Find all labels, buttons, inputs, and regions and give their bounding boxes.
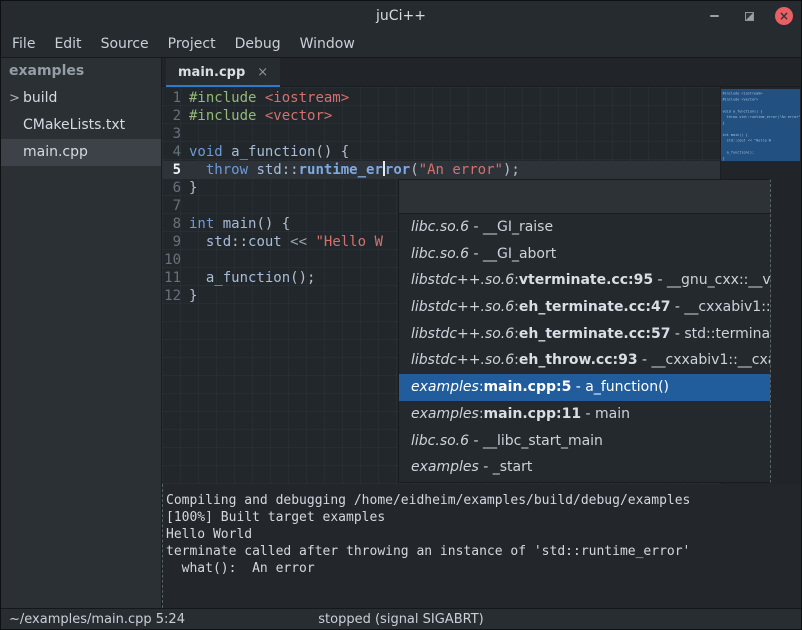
app-window: juCi++ × File Edit Source Project Debug Windo…	[0, 0, 802, 630]
chevron-right-icon: >	[9, 85, 20, 112]
sidebar-header: examples	[1, 58, 161, 85]
line-number: 10	[162, 251, 189, 269]
line-number: 11	[162, 269, 189, 287]
editor-column: main.cpp × 1#include <iostream>2#include…	[162, 58, 801, 608]
backtrace-item[interactable]: libstdc++.so.6:eh_terminate.cc:57 - std:…	[399, 321, 770, 348]
status-debug-state: stopped (signal SIGABRT)	[318, 609, 483, 630]
minimize-button[interactable]	[705, 7, 723, 25]
code-line[interactable]: 2#include <vector>	[162, 107, 720, 125]
terminal-line: [100%] Built target examples	[166, 509, 801, 526]
line-number: 2	[162, 107, 189, 125]
terminal-line: Compiling and debugging /home/eidheim/ex…	[166, 492, 801, 509]
code-editor[interactable]: 1#include <iostream>2#include <vector>34…	[162, 87, 801, 484]
statusbar: ~/examples/main.cpp 5:24 stopped (signal…	[1, 608, 801, 630]
tab-main-cpp[interactable]: main.cpp ×	[166, 58, 280, 87]
menubar: File Edit Source Project Debug Window	[1, 31, 801, 58]
main-area: examples >buildCMakeLists.txtmain.cpp ma…	[1, 58, 801, 608]
backtrace-item[interactable]: libc.so.6 - __GI_raise	[399, 214, 770, 241]
restore-icon	[745, 12, 754, 21]
line-number: 3	[162, 125, 189, 143]
code-text: std::cout << "Hello W	[189, 233, 383, 251]
line-number: 8	[162, 215, 189, 233]
minimize-icon	[710, 15, 719, 17]
line-number: 6	[162, 179, 189, 197]
status-location: ~/examples/main.cpp 5:24	[9, 609, 185, 630]
close-button[interactable]: ×	[775, 7, 793, 25]
backtrace-list: libc.so.6 - __GI_raiselibc.so.6 - __GI_a…	[399, 214, 770, 481]
code-line[interactable]: 5 throw std::runtime_error("An error");	[162, 161, 720, 179]
menu-item-debug[interactable]: Debug	[235, 36, 281, 52]
backtrace-item[interactable]: libc.so.6 - __libc_start_main	[399, 428, 770, 455]
backtrace-item[interactable]: examples:main.cpp:5 - a_function()	[399, 374, 770, 401]
backtrace-item[interactable]: libstdc++.so.6:vterminate.cc:95 - __gnu_…	[399, 267, 770, 294]
backtrace-item[interactable]: libstdc++.so.6:eh_throw.cc:93 - __cxxabi…	[399, 347, 770, 374]
backtrace-popup: libc.so.6 - __GI_raiselibc.so.6 - __GI_a…	[398, 179, 771, 483]
line-number: 5	[162, 161, 189, 179]
terminal-panel[interactable]: Compiling and debugging /home/eidheim/ex…	[162, 484, 801, 608]
menu-item-project[interactable]: Project	[168, 36, 216, 52]
close-icon: ×	[779, 10, 789, 22]
code-line[interactable]: 4void a_function() {	[162, 143, 720, 161]
tabbar: main.cpp ×	[162, 58, 801, 87]
code-text: int main() {	[189, 215, 290, 233]
menu-item-window[interactable]: Window	[300, 36, 355, 52]
backtrace-item[interactable]: libc.so.6 - __GI_abort	[399, 241, 770, 268]
sidebar-item-label: build	[23, 85, 57, 112]
code-text: #include <vector>	[189, 107, 332, 125]
menu-item-source[interactable]: Source	[101, 36, 149, 52]
menu-item-file[interactable]: File	[12, 36, 35, 52]
minimap-viewport[interactable]: #include <iostream> #include <vector> vo…	[721, 89, 800, 161]
code-text: throw std::runtime_error("An error");	[189, 161, 520, 179]
terminal-line: what(): An error	[166, 560, 801, 577]
line-number: 7	[162, 197, 189, 215]
code-text: a_function();	[189, 269, 315, 287]
code-line[interactable]: 1#include <iostream>	[162, 89, 720, 107]
popup-search-input[interactable]	[399, 180, 770, 214]
restore-button[interactable]	[740, 7, 758, 25]
sidebar-item-main-cpp[interactable]: main.cpp	[1, 139, 161, 166]
menu-item-edit[interactable]: Edit	[54, 36, 81, 52]
minimap-code-preview: #include <iostream> #include <vector> vo…	[722, 90, 744, 161]
window-controls: ×	[705, 1, 793, 31]
code-text: #include <iostream>	[189, 89, 349, 107]
terminal-line: Hello World	[166, 526, 801, 543]
sidebar-item-label: main.cpp	[23, 139, 88, 166]
close-icon[interactable]: ×	[257, 66, 268, 79]
code-text: }	[189, 179, 197, 197]
backtrace-item[interactable]: examples - _start	[399, 454, 770, 481]
window-title: juCi++	[1, 1, 801, 31]
line-number: 1	[162, 89, 189, 107]
terminal-line: terminate called after throwing an insta…	[166, 543, 801, 560]
titlebar[interactable]: juCi++ ×	[1, 1, 801, 31]
file-tree-sidebar: examples >buildCMakeLists.txtmain.cpp	[1, 58, 162, 608]
code-text: }	[189, 287, 197, 305]
code-line[interactable]: 3	[162, 125, 720, 143]
line-number: 4	[162, 143, 189, 161]
code-text: void a_function() {	[189, 143, 349, 161]
backtrace-item[interactable]: examples:main.cpp:11 - main	[399, 401, 770, 428]
sidebar-item-cmakelists-txt[interactable]: CMakeLists.txt	[1, 112, 161, 139]
line-number: 9	[162, 233, 189, 251]
backtrace-item[interactable]: libstdc++.so.6:eh_terminate.cc:47 - __cx…	[399, 294, 770, 321]
sidebar-item-build[interactable]: >build	[1, 85, 161, 112]
sidebar-item-label: CMakeLists.txt	[23, 112, 125, 139]
tab-label: main.cpp	[178, 65, 245, 80]
line-number: 12	[162, 287, 189, 305]
